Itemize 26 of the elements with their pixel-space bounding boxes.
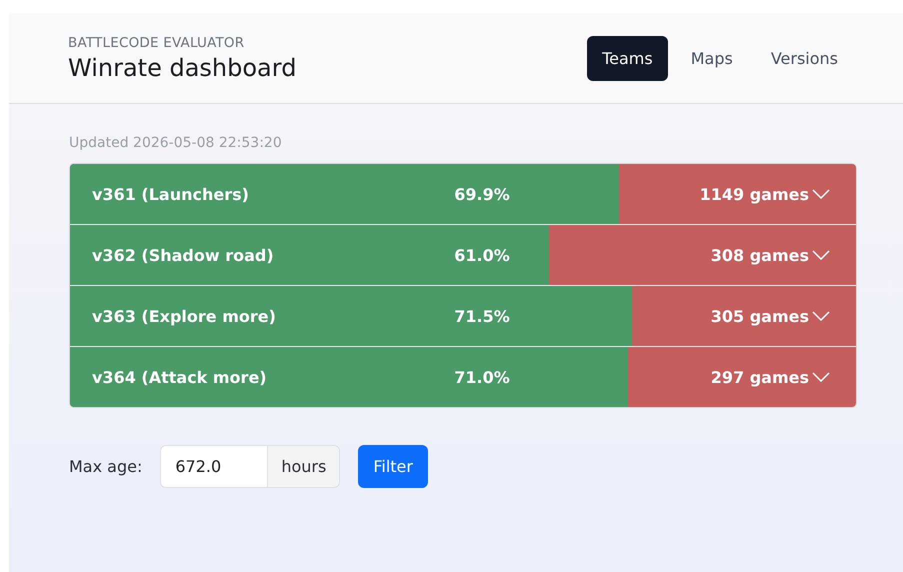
chevron-down-icon[interactable]: [812, 250, 830, 260]
unit-label: hours: [267, 446, 340, 487]
games-count: 305 games: [710, 306, 809, 326]
winrate-value: 71.5%: [453, 306, 511, 326]
version-name: v364 (Attack more): [92, 368, 268, 386]
version-name: v361 (Launchers): [92, 184, 250, 204]
filter-button[interactable]: Filter: [358, 445, 428, 488]
winrate-value: 71.0%: [453, 368, 511, 386]
winrate-value: 61.0%: [453, 246, 511, 264]
winrate-value: 69.9%: [453, 184, 511, 204]
nav-tab[interactable]: Teams: [587, 36, 668, 80]
updated-timestamp: Updated 2026-05-08 22:53:20: [69, 135, 283, 151]
games-count: 1149 games: [700, 184, 809, 204]
chevron-down-icon[interactable]: [812, 372, 830, 382]
chevron-down-icon[interactable]: [812, 189, 830, 199]
max-age-field[interactable]: 672.0 hours: [160, 445, 340, 488]
nav-tab[interactable]: Versions: [756, 36, 853, 80]
page-title: Winrate dashboard: [68, 54, 296, 82]
app-subtitle: BATTLECODE EVALUATOR: [68, 34, 246, 50]
chevron-down-icon[interactable]: [812, 311, 830, 321]
version-name: v363 (Explore more): [92, 306, 277, 326]
games-count: 297 games: [710, 368, 809, 386]
version-name: v362 (Shadow road): [92, 246, 275, 264]
games-count: 308 games: [710, 246, 809, 264]
max-age-label: Max age:: [69, 457, 142, 476]
nav-tab[interactable]: Maps: [676, 36, 748, 80]
